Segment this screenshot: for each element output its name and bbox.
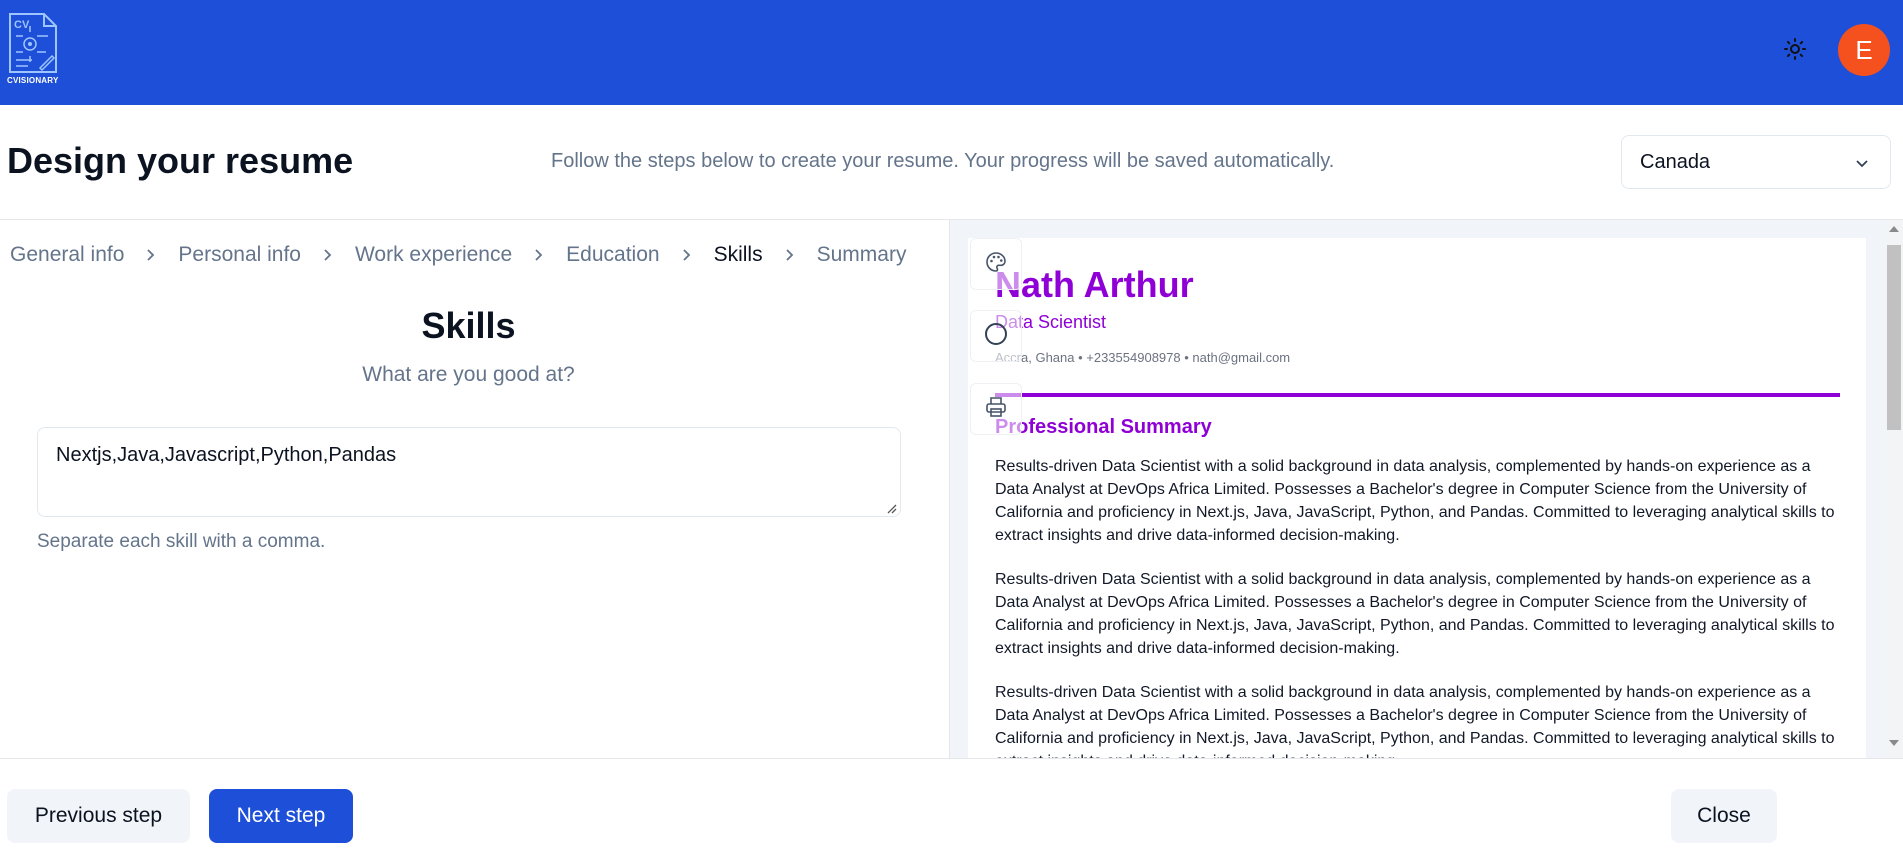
- scrollbar-thumb[interactable]: [1887, 245, 1901, 430]
- step-skills[interactable]: Skills: [714, 243, 763, 267]
- printer-icon: [984, 395, 1008, 424]
- resume-paragraph: Results-driven Data Scientist with a sol…: [995, 571, 1835, 657]
- scroll-up-arrow[interactable]: [1889, 226, 1899, 232]
- step-work-experience[interactable]: Work experience: [355, 243, 512, 267]
- country-select-value: Canada: [1640, 150, 1711, 173]
- palette-icon: [984, 250, 1008, 279]
- scroll-down-arrow[interactable]: [1889, 740, 1899, 746]
- skills-hint: Separate each skill with a comma.: [37, 531, 326, 552]
- step-general-info[interactable]: General info: [10, 243, 124, 267]
- previous-step-button[interactable]: Previous step: [7, 789, 190, 843]
- resume-divider: [995, 393, 1840, 397]
- page-subtitle: Follow the steps below to create your re…: [551, 150, 1335, 172]
- chevron-right-icon: [785, 248, 795, 262]
- chevron-right-icon: [682, 248, 692, 262]
- resize-grip-icon[interactable]: [885, 501, 897, 519]
- resume-contact: Accra, Ghana • +233554908978 • nath@gmai…: [995, 350, 1291, 365]
- resume-section-title: Professional Summary: [995, 416, 1212, 438]
- skills-textarea[interactable]: Nextjs,Java,Javascript,Python,Pandas: [37, 427, 901, 517]
- circle-icon: [983, 321, 1009, 352]
- next-step-button[interactable]: Next step: [209, 789, 353, 843]
- chevron-right-icon: [323, 248, 333, 262]
- chevron-right-icon: [534, 248, 544, 262]
- form-title: Skills: [421, 305, 516, 346]
- country-select[interactable]: Canada: [1621, 135, 1891, 189]
- resume-name: Nath Arthur: [995, 264, 1194, 305]
- resume-paragraph: Results-driven Data Scientist with a sol…: [995, 458, 1835, 544]
- print-button[interactable]: [970, 383, 1022, 435]
- step-education[interactable]: Education: [566, 243, 659, 267]
- color-palette-button[interactable]: [970, 238, 1022, 290]
- avatar[interactable]: E: [1838, 24, 1890, 76]
- border-style-button[interactable]: [970, 310, 1022, 362]
- chevron-down-icon: [1854, 154, 1870, 177]
- chevron-right-icon: [146, 248, 156, 262]
- form-subtitle: What are you good at?: [362, 363, 575, 386]
- step-summary[interactable]: Summary: [817, 243, 907, 267]
- svg-text:CV: CV: [14, 19, 30, 31]
- top-bar: CV CVISIONARY E: [0, 0, 1903, 105]
- step-personal-info[interactable]: Personal info: [178, 243, 301, 267]
- theme-toggle-button[interactable]: [1778, 34, 1812, 68]
- logo-text: CVISIONARY: [7, 76, 59, 85]
- breadcrumb: General info Personal info Work experien…: [10, 240, 906, 270]
- page-title: Design your resume: [7, 140, 354, 181]
- sun-icon: [1783, 37, 1807, 66]
- close-button[interactable]: Close: [1671, 789, 1777, 843]
